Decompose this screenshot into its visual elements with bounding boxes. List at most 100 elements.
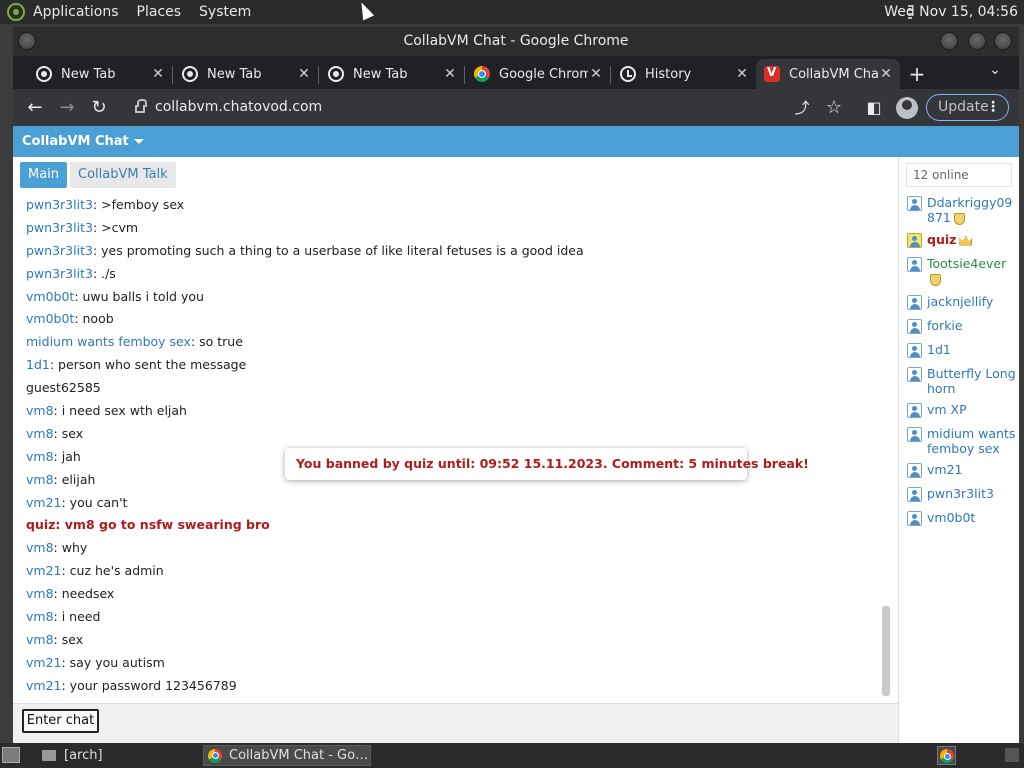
chat-scrollbar[interactable] — [882, 606, 890, 696]
user-list-item[interactable]: Butterfly Longhorn — [907, 366, 1017, 396]
menu-places[interactable]: Places — [137, 4, 182, 20]
message-author[interactable]: vm8 — [26, 403, 54, 418]
share-button[interactable]: ⤴ — [790, 96, 814, 120]
close-window-button[interactable] — [994, 32, 1012, 50]
tab-close-icon[interactable]: ✕ — [588, 66, 604, 82]
tab-close-icon[interactable]: ✕ — [296, 66, 312, 82]
message-author[interactable]: vm8 — [26, 426, 54, 441]
window-titlebar[interactable]: CollabVM Chat - Google Chrome — [13, 27, 1019, 56]
back-button[interactable]: ← — [23, 96, 47, 120]
user-name[interactable]: quiz — [927, 232, 1017, 247]
maximize-button[interactable] — [968, 32, 986, 50]
show-desktop-icon[interactable] — [2, 747, 20, 763]
user-name[interactable]: Tootsie4ever — [927, 256, 1017, 286]
user-list-item[interactable]: quiz — [907, 232, 1017, 248]
workspace-switcher[interactable] — [1005, 748, 1019, 762]
chat-message: vm8: sex — [26, 423, 876, 446]
user-name[interactable]: pwn3r3lit3 — [927, 486, 1017, 501]
user-list-item[interactable]: midium wants femboy sex — [907, 426, 1017, 456]
tab-close-icon[interactable]: ✕ — [150, 66, 166, 82]
tray-chrome-button[interactable] — [937, 746, 956, 765]
message-author[interactable]: pwn3r3lit3 — [26, 266, 93, 281]
new-tab-icon — [36, 66, 52, 82]
tab-close-icon[interactable]: ✕ — [878, 66, 894, 82]
message-author[interactable]: 1d1 — [26, 357, 50, 372]
tab-google-chrome[interactable]: Google Chrom ✕ — [466, 59, 610, 89]
chat-header[interactable]: CollabVM Chat — [13, 126, 1019, 157]
window-menu-button[interactable] — [18, 32, 36, 50]
user-name[interactable]: midium wants femboy sex — [927, 426, 1017, 456]
new-tab-button[interactable]: + — [905, 62, 929, 86]
user-name[interactable]: vm XP — [927, 402, 1017, 417]
shield-icon — [930, 273, 941, 286]
tab-title: New Tab — [61, 66, 116, 82]
message-author[interactable]: pwn3r3lit3 — [26, 243, 93, 258]
chat-tab-main[interactable]: Main — [20, 162, 68, 188]
forward-button[interactable]: → — [55, 96, 79, 120]
enter-chat-button[interactable]: Enter chat — [22, 709, 99, 733]
message-author[interactable]: vm21 — [26, 678, 61, 693]
message-text: : cuz he's admin — [61, 563, 164, 579]
taskbar-item-chrome[interactable]: CollabVM Chat - Go… — [203, 745, 371, 766]
user-list-item[interactable]: forkie — [907, 318, 1017, 334]
tab-search-button[interactable]: ⌄ — [985, 62, 1005, 78]
message-author[interactable]: vm8 — [26, 449, 54, 464]
message-author[interactable]: vm8 — [26, 472, 54, 487]
user-name[interactable]: Ddarkriggy09871 — [927, 195, 1017, 225]
message-author[interactable]: vm8 — [26, 632, 54, 647]
message-author[interactable]: vm8 — [26, 609, 54, 624]
user-name[interactable]: 1d1 — [927, 342, 1017, 357]
taskbar-item-arch[interactable]: [arch] — [38, 745, 198, 766]
tab-new-tab-1[interactable]: New Tab ✕ — [28, 59, 172, 89]
distro-logo-icon[interactable] — [7, 3, 25, 21]
user-list-item[interactable]: vm21 — [907, 462, 1017, 478]
chat-tab-collabvm-talk[interactable]: CollabVM Talk — [70, 162, 176, 188]
address-bar[interactable]: collabvm.chatovod.com — [123, 92, 843, 122]
message-text: : jah — [53, 448, 81, 464]
tab-history[interactable]: History ✕ — [612, 59, 756, 89]
user-list-item[interactable]: vm XP — [907, 402, 1017, 418]
message-author[interactable]: vm8 — [26, 540, 54, 555]
message-author[interactable]: vm8 — [26, 586, 54, 601]
chevron-down-icon[interactable] — [133, 139, 144, 144]
message-author[interactable]: midium wants femboy sex — [26, 334, 191, 349]
message-author[interactable]: vm21 — [26, 655, 61, 670]
message-author[interactable]: vm21 — [26, 563, 61, 578]
tab-close-icon[interactable]: ✕ — [734, 66, 750, 82]
user-list-item[interactable]: Tootsie4ever — [907, 256, 1017, 286]
update-button[interactable]: Update ⋮ — [926, 94, 1009, 121]
user-list-item[interactable]: jacknjellify — [907, 294, 1017, 310]
message-author[interactable]: pwn3r3lit3 — [26, 197, 93, 212]
user-list-item[interactable]: pwn3r3lit3 — [907, 486, 1017, 502]
message-author[interactable]: vm21 — [26, 495, 61, 510]
bookmark-star-button[interactable]: ☆ — [822, 96, 846, 120]
chrome-menu-icon[interactable]: ⋮ — [986, 95, 1000, 120]
tab-collabvm-chat[interactable]: CollabVM Cha ✕ — [756, 59, 900, 89]
message-author[interactable]: vm0b0t — [26, 289, 74, 304]
url-text[interactable]: collabvm.chatovod.com — [155, 99, 322, 115]
chat-title[interactable]: CollabVM Chat — [22, 134, 129, 149]
message-author[interactable]: pwn3r3lit3 — [26, 220, 93, 235]
online-count[interactable]: 12 online — [906, 163, 1012, 187]
user-list-item[interactable]: Ddarkriggy09871 — [907, 195, 1017, 225]
reload-button[interactable]: ↻ — [87, 96, 111, 120]
tab-close-icon[interactable]: ✕ — [442, 66, 458, 82]
message-author[interactable]: quiz — [26, 517, 55, 532]
panel-clock[interactable]: Wed Nov 15, 04:56 — [884, 4, 1018, 20]
user-name[interactable]: vm0b0t — [927, 510, 1017, 525]
tab-new-tab-3[interactable]: New Tab ✕ — [320, 59, 464, 89]
side-panel-button[interactable]: ◧ — [862, 96, 886, 120]
menu-applications[interactable]: Applications — [33, 4, 119, 20]
user-name[interactable]: vm21 — [927, 462, 1017, 477]
lock-icon[interactable] — [135, 99, 147, 113]
message-author[interactable]: vm0b0t — [26, 311, 74, 326]
user-list-item[interactable]: vm0b0t — [907, 510, 1017, 526]
minimize-button[interactable] — [940, 32, 958, 50]
user-name[interactable]: Butterfly Longhorn — [927, 366, 1017, 396]
profile-avatar-icon[interactable] — [896, 97, 918, 119]
user-list-item[interactable]: 1d1 — [907, 342, 1017, 358]
menu-system[interactable]: System — [199, 4, 251, 20]
user-name[interactable]: jacknjellify — [927, 294, 1017, 309]
user-name[interactable]: forkie — [927, 318, 1017, 333]
tab-new-tab-2[interactable]: New Tab ✕ — [174, 59, 318, 89]
